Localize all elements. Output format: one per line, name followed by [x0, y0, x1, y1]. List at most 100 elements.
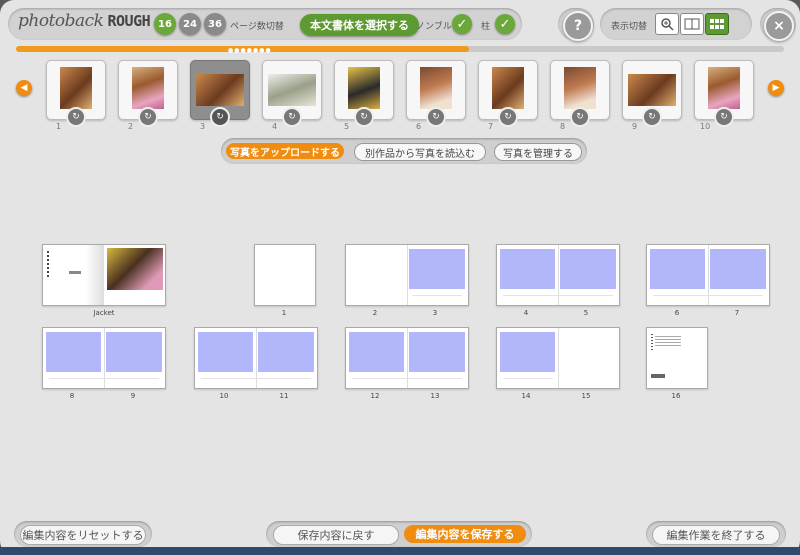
photo-placeholder[interactable]	[560, 249, 616, 289]
photo-image	[60, 67, 92, 109]
rotate-icon[interactable]: ↻	[282, 107, 302, 127]
revert-to-saved-button[interactable]: 保存内容に戻す	[273, 525, 399, 545]
photo-placeholder[interactable]	[349, 332, 404, 372]
upload-photos-button[interactable]: 写真をアップロードする	[226, 143, 344, 159]
spread-page-1[interactable]	[254, 244, 316, 306]
thumbnail-next-arrow-icon[interactable]: ▶	[768, 80, 784, 96]
photo-placeholder[interactable]	[258, 332, 314, 372]
jacket-back-cover	[43, 245, 104, 305]
photo-thumbnail-10[interactable]: ↻	[694, 60, 754, 127]
page-count-label: ページ数切替	[230, 22, 284, 32]
spread-page-16[interactable]	[646, 327, 708, 389]
spread-label: 3	[432, 309, 438, 317]
photo-placeholder[interactable]	[198, 332, 253, 372]
rotate-icon[interactable]: ↻	[354, 107, 374, 127]
photo-placeholder[interactable]	[710, 249, 766, 289]
photo-image	[420, 67, 452, 109]
thumbnail-number: 5	[344, 122, 350, 131]
photo-placeholder[interactable]	[106, 332, 162, 372]
thumbnail-number: 10	[700, 122, 711, 131]
logo-sub: ROUGH	[107, 12, 151, 30]
spread-pages-2-3[interactable]	[345, 244, 469, 306]
photo-placeholder[interactable]	[409, 332, 465, 372]
photo-thumbnail-4[interactable]: ↻	[262, 60, 322, 127]
font-select-button[interactable]: 本文書体を選択する	[300, 14, 419, 36]
photo-thumbnail-7[interactable]: ↻	[478, 60, 538, 127]
photo-thumbnail-9[interactable]: ↻	[622, 60, 682, 127]
grid-view-icon[interactable]	[705, 13, 729, 35]
thumbnail-number: 8	[560, 122, 566, 131]
photo-thumbnail-8[interactable]: ↻	[550, 60, 610, 127]
spread-pages-14-15[interactable]	[496, 327, 620, 389]
import-photos-button[interactable]: 別作品から写真を読込む	[354, 143, 486, 161]
right-page	[558, 328, 620, 388]
spread-label: 7	[734, 309, 740, 317]
photo-thumbnail-1[interactable]: ↻	[46, 60, 106, 127]
page-count-36-button[interactable]: 36	[204, 13, 226, 35]
thumbnail-number: 3	[200, 122, 206, 131]
thumbnail-number: 7	[488, 122, 494, 131]
rotate-icon[interactable]: ↻	[66, 107, 86, 127]
spread-label: 13	[430, 392, 440, 400]
rotate-icon[interactable]: ↻	[714, 107, 734, 127]
spread-pages-8-9[interactable]	[42, 327, 166, 389]
page-count-16-button[interactable]: 16	[154, 13, 176, 35]
page-count-24-button[interactable]: 24	[179, 13, 201, 35]
photo-thumbnail-2[interactable]: ↻	[118, 60, 178, 127]
spread-label: 4	[523, 309, 529, 317]
rotate-icon[interactable]: ↻	[570, 107, 590, 127]
rotate-icon[interactable]: ↻	[210, 107, 230, 127]
photo-placeholder[interactable]	[46, 332, 101, 372]
thumbnail-number: 1	[56, 122, 62, 131]
photo-thumbnail-6[interactable]: ↻	[406, 60, 466, 127]
rotate-icon[interactable]: ↻	[642, 107, 662, 127]
nombre-check-icon[interactable]: ✓	[452, 14, 472, 34]
caption-line	[503, 378, 553, 379]
photo-placeholder[interactable]	[500, 332, 555, 372]
caption-line	[49, 378, 159, 379]
thumbnail-prev-arrow-icon[interactable]: ◀	[16, 80, 32, 96]
spread-view-icon[interactable]	[680, 13, 704, 35]
spread-label: 8	[69, 392, 75, 400]
progress-handle[interactable]: ●●●●●●●	[228, 47, 272, 54]
zoom-view-icon[interactable]	[655, 13, 679, 35]
photo-thumbnail-3[interactable]: ↻	[190, 60, 250, 127]
help-button[interactable]: ?	[563, 11, 593, 41]
spread-pages-10-11[interactable]	[194, 327, 318, 389]
spread-pages-6-7[interactable]	[646, 244, 770, 306]
spread-pages-12-13[interactable]	[345, 327, 469, 389]
thumbnail-number: 4	[272, 122, 278, 131]
photo-image	[492, 67, 524, 109]
spread-label: 10	[219, 392, 229, 400]
photo-image	[708, 67, 740, 109]
save-edits-button[interactable]: 編集内容を保存する	[404, 525, 526, 543]
jacket-spread[interactable]	[42, 244, 166, 306]
app-logo: photoback ROUGH	[18, 11, 151, 31]
hashira-check-icon[interactable]: ✓	[495, 14, 515, 34]
spread-label: 6	[674, 309, 680, 317]
finish-editing-button[interactable]: 編集作業を終了する	[652, 525, 780, 545]
rotate-icon[interactable]: ↻	[426, 107, 446, 127]
reset-edits-button[interactable]: 編集内容をリセットする	[20, 525, 146, 545]
progress-bar	[16, 46, 784, 52]
photo-image	[196, 74, 244, 106]
photo-image	[564, 67, 596, 109]
spread-label: 2	[372, 309, 378, 317]
photo-thumbnail-5[interactable]: ↻	[334, 60, 394, 127]
photo-placeholder[interactable]	[500, 249, 555, 289]
photo-image	[132, 67, 164, 109]
spread-pages-4-5[interactable]	[496, 244, 620, 306]
photo-placeholder[interactable]	[409, 249, 465, 289]
colophon-logo	[651, 374, 665, 378]
spread-label: 9	[130, 392, 136, 400]
close-icon[interactable]: ×	[764, 11, 794, 41]
rotate-icon[interactable]: ↻	[138, 107, 158, 127]
rotate-icon[interactable]: ↻	[498, 107, 518, 127]
photo-placeholder[interactable]	[650, 249, 705, 289]
thumbnail-number: 2	[128, 122, 134, 131]
thumbnail-number: 9	[632, 122, 638, 131]
caption-line	[201, 378, 311, 379]
view-switch-label: 表示切替	[611, 22, 648, 32]
spread-label: 1	[281, 309, 287, 317]
manage-photos-button[interactable]: 写真を管理する	[494, 143, 582, 161]
